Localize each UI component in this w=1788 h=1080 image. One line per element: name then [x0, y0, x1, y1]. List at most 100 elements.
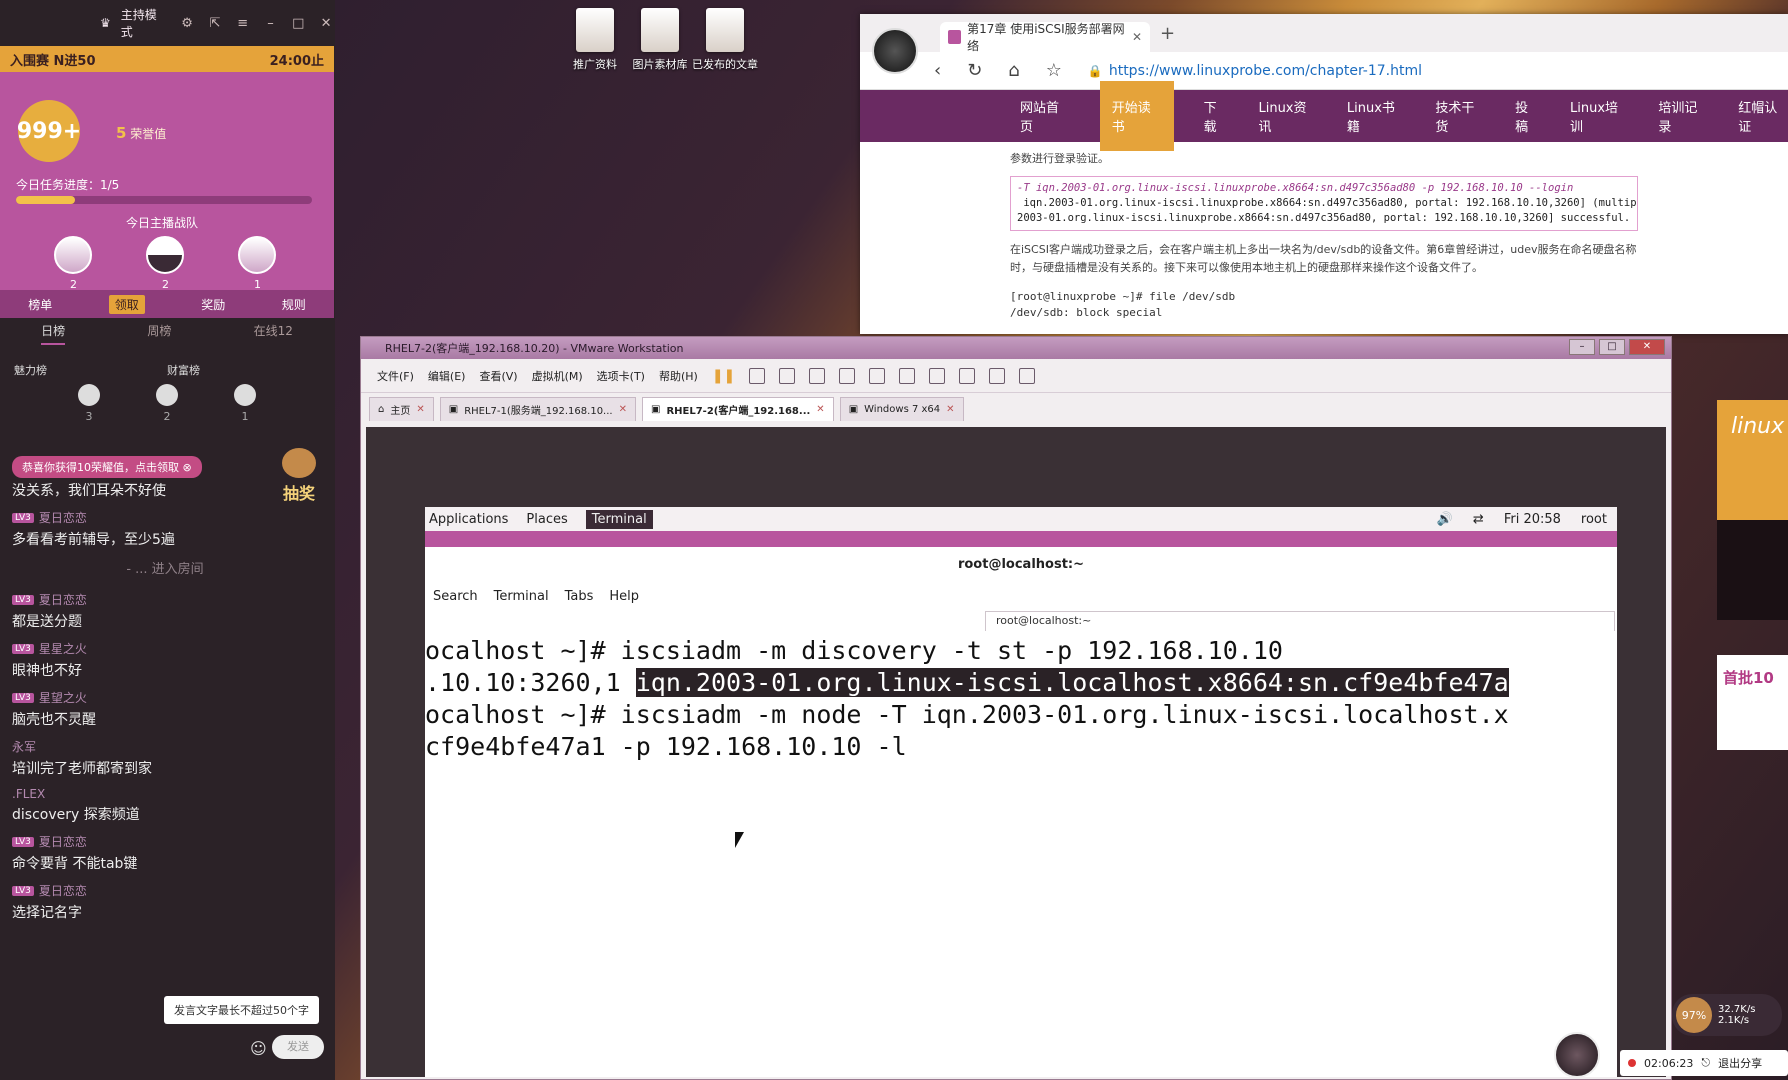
nav-read[interactable]: 开始读书: [1099, 81, 1174, 151]
desktop-icon-images[interactable]: 图片素材库: [625, 8, 695, 72]
menu-terminal[interactable]: Terminal: [494, 589, 549, 604]
team-avatar-1[interactable]: [54, 236, 92, 274]
close-icon[interactable]: ✕: [1629, 339, 1665, 355]
browser-toolbar: ‹ ↻ ⌂ ☆ 🔒 https://www.linuxprobe.com/chap…: [860, 52, 1788, 90]
ranking-button[interactable]: 榜单: [28, 296, 52, 313]
chat-username: 永军: [12, 740, 37, 754]
revert-snapshot-icon[interactable]: [809, 367, 826, 384]
menu-file[interactable]: 文件(F): [377, 368, 414, 384]
exit-share-button[interactable]: 退出分享: [1718, 1055, 1762, 1071]
minimize-icon[interactable]: –: [1569, 339, 1595, 355]
snapshot-manager-icon[interactable]: [839, 367, 856, 384]
vm-console[interactable]: Applications Places Terminal 🔊 ⇄ Fri 20:…: [366, 427, 1666, 1077]
nav-tech[interactable]: 技术干货: [1435, 97, 1485, 135]
address-bar[interactable]: 🔒 https://www.linuxprobe.com/chapter-17.h…: [1088, 63, 1422, 79]
team-avatar-3[interactable]: [238, 236, 276, 274]
user-menu[interactable]: root: [1581, 512, 1607, 527]
share-icon[interactable]: ⇱: [206, 16, 224, 31]
browser-window: 第17章 使用iSCSI服务部署网络 ✕ + ‹ ↻ ⌂ ☆ 🔒 https://…: [860, 14, 1788, 334]
desktop-icon-promo[interactable]: 推广资料: [560, 8, 630, 72]
tab-windows7[interactable]: ▣ Windows 7 x64 ✕: [839, 397, 964, 421]
close-icon[interactable]: ✕: [619, 404, 627, 415]
tab-online[interactable]: 在线12: [254, 322, 293, 345]
chat-message: LV3 夏日恋恋 命令要背 不能tab键: [0, 833, 330, 873]
menu-view[interactable]: 查看(V): [479, 368, 517, 384]
nav-training[interactable]: Linux培训: [1570, 97, 1628, 135]
applications-menu[interactable]: Applications: [429, 512, 508, 527]
maximize-icon[interactable]: □: [289, 16, 307, 31]
profile-avatar[interactable]: [872, 28, 918, 74]
network-icon[interactable]: ⇄: [1473, 512, 1484, 527]
ad-banner-first[interactable]: 首批10: [1717, 655, 1788, 750]
send-button[interactable]: 发送: [272, 1035, 324, 1059]
rules-button[interactable]: 规则: [282, 296, 306, 313]
terminal-tab[interactable]: root@localhost:~: [985, 611, 1615, 631]
nav-download[interactable]: 下载: [1204, 97, 1229, 135]
reward-button[interactable]: 奖励: [201, 296, 225, 313]
volume-icon[interactable]: 🔊: [1437, 512, 1453, 527]
console-icon[interactable]: [989, 367, 1006, 384]
board-avatar[interactable]: [78, 384, 100, 406]
browser-tab[interactable]: 第17章 使用iSCSI服务部署网络 ✕: [940, 22, 1150, 53]
ad-banner-linux[interactable]: linux: [1717, 400, 1788, 520]
gnome-top-bar: Applications Places Terminal 🔊 ⇄ Fri 20:…: [425, 507, 1617, 531]
nav-books[interactable]: Linux书籍: [1347, 97, 1405, 135]
stretch-icon[interactable]: [1019, 367, 1036, 384]
new-tab-icon[interactable]: +: [1160, 23, 1175, 44]
nav-submit[interactable]: 投稿: [1515, 97, 1540, 135]
board-avatar[interactable]: [156, 384, 178, 406]
star-icon[interactable]: ☆: [1046, 60, 1062, 81]
menu-tabs[interactable]: 选项卡(T): [597, 368, 645, 384]
terminal-output[interactable]: ocalhost ~]# iscsiadm -m discovery -t st…: [425, 631, 1617, 763]
task-progress-text: 今日任务进度：1/5: [16, 178, 120, 192]
nav-news[interactable]: Linux资讯: [1258, 97, 1316, 135]
tab-rhel7-2[interactable]: ▣ RHEL7-2(客户端_192.168... ✕: [641, 397, 834, 421]
menu-help[interactable]: Help: [609, 589, 639, 604]
thumbnail-icon[interactable]: [899, 367, 916, 384]
close-icon[interactable]: ✕: [1132, 30, 1142, 44]
chat-text: 脑壳也不灵醒: [12, 712, 96, 728]
close-icon[interactable]: ✕: [946, 404, 954, 415]
pause-icon[interactable]: ❚❚: [712, 368, 735, 384]
fullscreen-icon[interactable]: [929, 367, 946, 384]
chat-text: 选择记名字: [12, 905, 82, 921]
emoji-icon[interactable]: ☺: [250, 1039, 267, 1058]
nav-redhat[interactable]: 红帽认证: [1738, 97, 1788, 135]
wealth-board-label: 财富榜: [167, 364, 200, 377]
tab-home[interactable]: ⌂ 主页 ✕: [369, 397, 434, 421]
board-avatar[interactable]: [234, 384, 256, 406]
reload-icon[interactable]: ↻: [967, 60, 982, 81]
ad-banner-dark[interactable]: [1717, 520, 1788, 620]
minimize-icon[interactable]: –: [262, 16, 280, 31]
chat-text: 多看看考前辅导，至少5遍: [12, 532, 175, 548]
window-controls: – □ ✕: [1569, 339, 1665, 355]
send-keys-icon[interactable]: [749, 367, 766, 384]
back-icon[interactable]: ‹: [934, 60, 941, 81]
close-icon[interactable]: ✕: [317, 16, 335, 31]
menu-help[interactable]: 帮助(H): [659, 368, 698, 384]
places-menu[interactable]: Places: [526, 512, 567, 527]
nav-records[interactable]: 培训记录: [1658, 97, 1708, 135]
terminal-app-button[interactable]: Terminal: [585, 509, 653, 529]
snapshot-icon[interactable]: [779, 367, 796, 384]
desktop-icon-articles[interactable]: 已发布的文章: [690, 8, 760, 72]
close-icon[interactable]: ✕: [816, 404, 824, 415]
claim-button[interactable]: 领取: [108, 294, 145, 314]
tab-weekly[interactable]: 周榜: [147, 322, 171, 345]
library-icon[interactable]: [869, 367, 886, 384]
unity-icon[interactable]: [959, 367, 976, 384]
menu-search[interactable]: Search: [433, 589, 478, 604]
settings-icon[interactable]: ⚙: [178, 16, 196, 31]
home-icon[interactable]: ⌂: [1008, 60, 1019, 81]
menu-icon[interactable]: ≡: [234, 16, 252, 31]
tab-rhel7-1[interactable]: ▣ RHEL7-1(服务端_192.168.10... ✕: [439, 397, 636, 421]
close-icon[interactable]: ✕: [416, 404, 424, 415]
menu-tabs[interactable]: Tabs: [565, 589, 594, 604]
clock[interactable]: Fri 20:58: [1504, 512, 1561, 527]
tab-daily[interactable]: 日榜: [41, 322, 66, 345]
nav-home[interactable]: 网站首页: [1020, 97, 1070, 135]
menu-edit[interactable]: 编辑(E): [428, 368, 466, 384]
menu-vm[interactable]: 虚拟机(M): [532, 368, 583, 384]
team-avatar-2[interactable]: [146, 236, 184, 274]
maximize-icon[interactable]: □: [1599, 339, 1625, 355]
